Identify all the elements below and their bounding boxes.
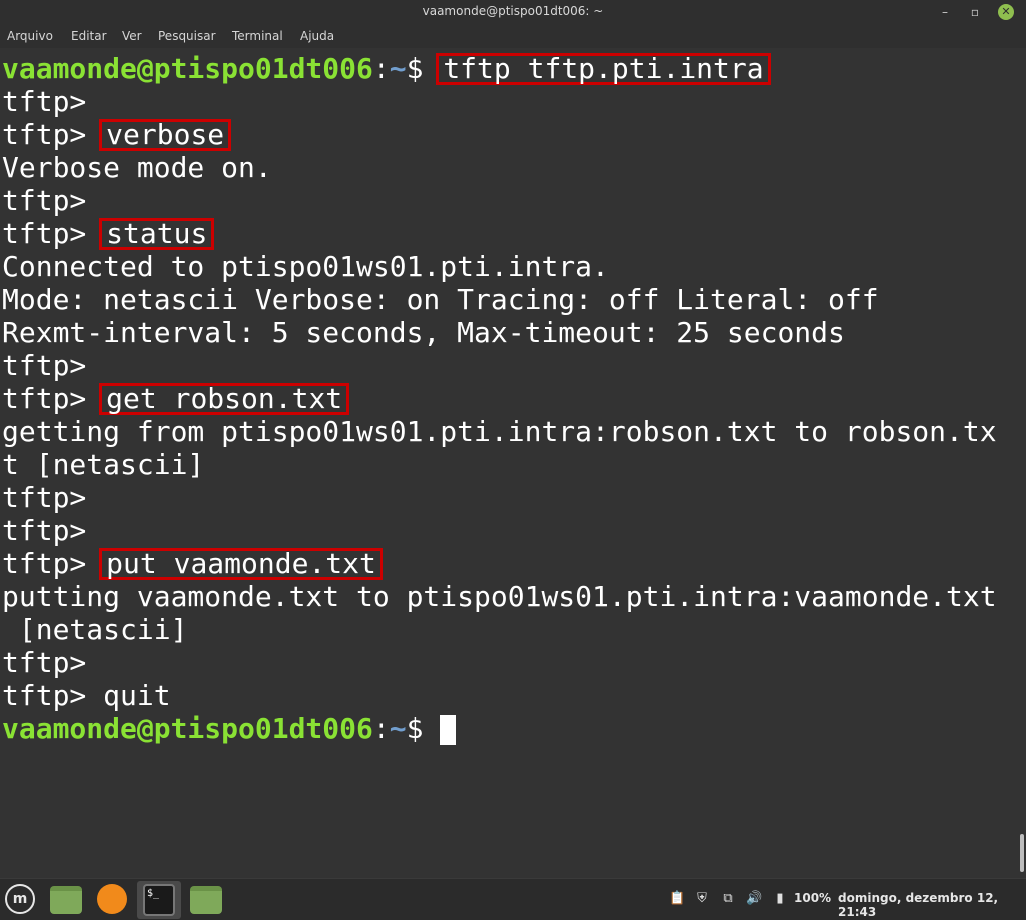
shield-icon[interactable]: ⛨ xyxy=(694,891,710,907)
terminal-line: Connected to ptispo01ws01.pti.intra. xyxy=(2,250,609,283)
terminal-line: Mode: netascii Verbose: on Tracing: off … xyxy=(2,283,879,316)
terminal-line: tftp> xyxy=(2,646,87,679)
prompt-path: ~ xyxy=(389,52,407,85)
terminal-line: tftp> get robson.txt xyxy=(2,382,350,415)
highlighted-command: put vaamonde.txt xyxy=(99,548,383,580)
prompt-dollar: $ xyxy=(406,52,441,85)
menu-ver[interactable]: Ver xyxy=(122,29,142,43)
command-text: quit xyxy=(103,679,171,712)
terminal-line: getting from ptispo01ws01.pti.intra:robs… xyxy=(2,415,997,448)
terminal-line: tftp> xyxy=(2,184,87,217)
terminal-output[interactable]: vaamonde@ptispo01dt006:~$ tftp tftp.pti.… xyxy=(0,50,1016,878)
tftp-prompt: tftp> xyxy=(2,217,104,250)
tftp-prompt: tftp> xyxy=(2,118,104,151)
battery-icon[interactable]: ▮ xyxy=(772,891,788,907)
terminal-icon: $_ xyxy=(143,884,175,916)
prompt-separator: : xyxy=(372,52,390,85)
highlighted-command: verbose xyxy=(99,119,232,151)
prompt-separator: : xyxy=(372,712,390,745)
terminal-taskbar-button[interactable]: $_ xyxy=(137,881,181,919)
clipboard-icon[interactable]: 📋 xyxy=(669,891,685,907)
prompt-user: vaamonde@ptispo01dt006 xyxy=(2,712,373,745)
volume-icon[interactable]: 🔊 xyxy=(746,891,762,907)
terminal-line: tftp> verbose xyxy=(2,118,232,151)
battery-level: 100% xyxy=(794,891,832,905)
terminal-line: vaamonde@ptispo01dt006:~$ tftp tftp.pti.… xyxy=(2,52,771,85)
clock[interactable]: domingo, dezembro 12, 21:43 xyxy=(838,891,1026,919)
network-icon[interactable]: ⧉ xyxy=(720,891,736,907)
linux-mint-menu-icon[interactable]: m xyxy=(5,884,35,914)
highlighted-command: status xyxy=(99,218,215,250)
menu-terminal[interactable]: Terminal xyxy=(232,29,283,43)
menu-editar[interactable]: Editar xyxy=(71,29,107,43)
terminal-line: [netascii] xyxy=(2,613,188,646)
menu-pesquisar[interactable]: Pesquisar xyxy=(158,29,216,43)
terminal-line: tftp> quit xyxy=(2,679,171,712)
terminal-line: tftp> xyxy=(2,85,87,118)
menu-arquivo[interactable]: Arquivo xyxy=(7,29,53,43)
firefox-icon[interactable] xyxy=(97,884,127,914)
minimize-button[interactable]: – xyxy=(936,3,954,21)
terminal-line: Verbose mode on. xyxy=(2,151,272,184)
tftp-prompt: tftp> xyxy=(2,382,104,415)
text-cursor xyxy=(440,715,457,745)
terminal-scrollbar[interactable] xyxy=(1020,834,1024,872)
highlighted-command: tftp tftp.pti.intra xyxy=(436,53,771,85)
folder-icon[interactable] xyxy=(190,886,222,914)
terminal-line: tftp> status xyxy=(2,217,215,250)
window-title: vaamonde@ptispo01dt006: ~ xyxy=(422,4,604,18)
close-button[interactable]: ✕ xyxy=(998,4,1014,20)
taskbar: m $_ 📋 ⛨ ⧉ 🔊 ▮ 100% domingo, dezembro 12… xyxy=(0,878,1026,920)
terminal-line: tftp> xyxy=(2,514,87,547)
menu-bar: Arquivo Editar Ver Pesquisar Terminal Aj… xyxy=(0,24,1026,48)
terminal-line: Rexmt-interval: 5 seconds, Max-timeout: … xyxy=(2,316,845,349)
prompt-user: vaamonde@ptispo01dt006 xyxy=(2,52,373,85)
menu-ajuda[interactable]: Ajuda xyxy=(300,29,334,43)
tftp-prompt: tftp> xyxy=(2,547,104,580)
folder-icon[interactable] xyxy=(50,886,82,914)
window-titlebar[interactable]: vaamonde@ptispo01dt006: ~ – ▫ ✕ xyxy=(0,0,1026,24)
highlighted-command: get robson.txt xyxy=(99,383,350,415)
tftp-prompt: tftp> xyxy=(2,679,104,712)
terminal-line: t [netascii] xyxy=(2,448,205,481)
prompt-path: ~ xyxy=(389,712,407,745)
terminal-line: putting vaamonde.txt to ptispo01ws01.pti… xyxy=(2,580,997,613)
maximize-button[interactable]: ▫ xyxy=(966,3,984,21)
terminal-line: tftp> xyxy=(2,481,87,514)
terminal-line: vaamonde@ptispo01dt006:~$ xyxy=(2,712,457,745)
prompt-dollar: $ xyxy=(406,712,441,745)
terminal-line: tftp> xyxy=(2,349,87,382)
terminal-line: tftp> put vaamonde.txt xyxy=(2,547,383,580)
